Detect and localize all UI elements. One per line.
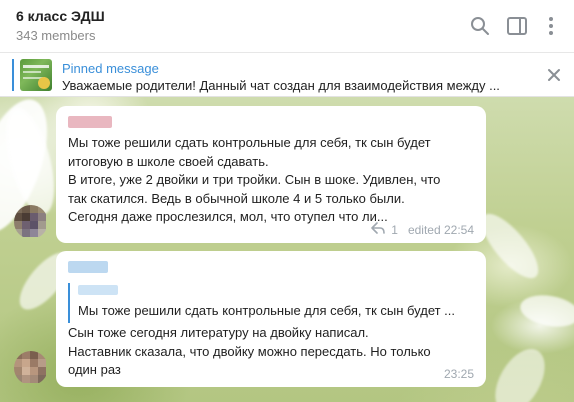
sender-name[interactable] — [68, 261, 108, 273]
pinned-thumbnail — [20, 59, 52, 91]
pinned-text: Уважаемые родители! Данный чат создан дл… — [62, 78, 500, 93]
pinned-message-bar[interactable]: Pinned message Уважаемые родители! Данны… — [0, 53, 574, 97]
message-time: 23:25 — [443, 367, 474, 381]
message-bubble[interactable]: Мы тоже решили сдать контрольные для себ… — [56, 106, 486, 243]
chat-title[interactable]: 6 класс ЭДШ — [16, 8, 105, 24]
sidebar-toggle-icon[interactable] — [504, 13, 530, 39]
avatar[interactable] — [14, 351, 48, 385]
reply-quote[interactable]: Мы тоже решили сдать контрольные для себ… — [68, 283, 474, 323]
avatar[interactable] — [14, 205, 48, 239]
message-meta: 23:25 — [444, 367, 474, 381]
message-bubble[interactable]: Мы тоже решили сдать контрольные для себ… — [56, 251, 486, 387]
reply-icon[interactable] — [371, 222, 386, 237]
sender-name[interactable] — [68, 116, 112, 128]
message-text: Сын тоже сегодня литературу на двойку на… — [68, 325, 431, 377]
message-meta: 1 edited 22:54 — [371, 222, 474, 237]
pinned-accent-bar — [12, 59, 14, 91]
close-icon[interactable] — [546, 67, 562, 83]
message-text: Мы тоже решили сдать контрольные для себ… — [68, 135, 441, 224]
member-count[interactable]: 343 members — [16, 28, 95, 43]
quote-sender-name — [78, 285, 118, 295]
chat-header: 6 класс ЭДШ 343 members — [0, 0, 574, 53]
message-time: edited 22:54 — [407, 222, 474, 237]
more-vertical-icon[interactable] — [538, 13, 564, 39]
quote-accent-bar — [68, 283, 70, 323]
quote-text: Мы тоже решили сдать контрольные для себ… — [78, 303, 456, 318]
pinned-label: Pinned message — [62, 61, 159, 76]
search-icon[interactable] — [467, 13, 493, 39]
reply-count[interactable]: 1 — [391, 223, 398, 237]
